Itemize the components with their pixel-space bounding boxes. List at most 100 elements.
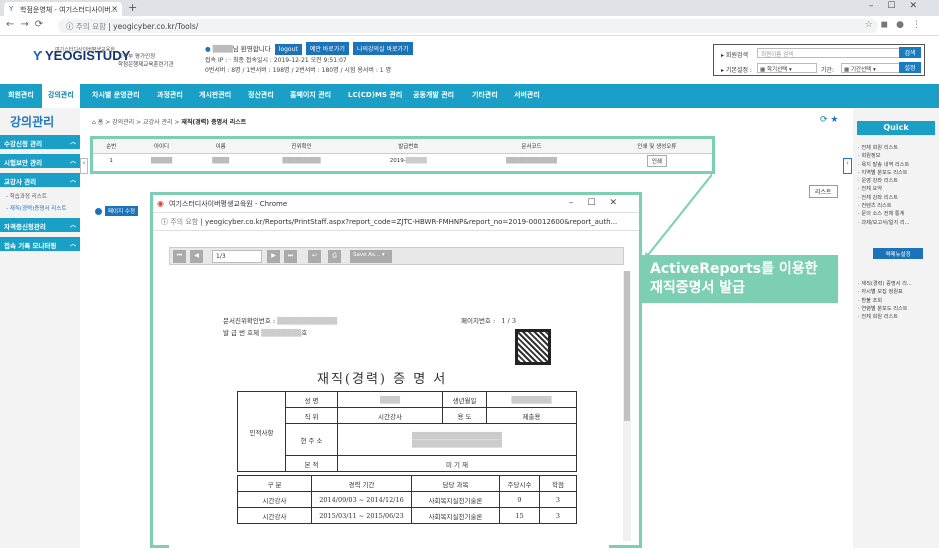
sidebar-cat-enrollment[interactable]: 수강신청 관리 ︿ (0, 135, 80, 149)
favorite-star-icon: ★ (830, 115, 839, 125)
site-header: Ƴ YEOGISTUDY 여기스터디사이버평생교육원 교육부 평가인정 학점은행제교… (0, 36, 939, 84)
scroll-right-button[interactable]: › (843, 158, 852, 174)
certificate-title: 재직(경력) 증 명 서 (317, 372, 448, 387)
print-icon[interactable]: ⎙ (328, 250, 341, 263)
list-item[interactable]: · 자시별 모집 정원표 (858, 288, 912, 296)
doc-code-line: 문서진위확인번호 : ████████████ (223, 317, 338, 325)
annotation-connector (642, 172, 712, 262)
table-header-row: 순번 아이디 이름 진위확인 발급번호 문서코드 인쇄 및 생성오류 (93, 139, 712, 154)
quick-list-top: · 전체 회원 리스트 · 회원정보 · 욕지 발송 내역 리스트 · 지역별 … (858, 144, 910, 227)
sidebar-cat-exam-security[interactable]: 시험보안 관리 ︿ (0, 154, 80, 168)
menu-courses[interactable]: 과정관리 (157, 90, 183, 100)
list-item[interactable]: · 문의 소스 전체 통계 (858, 210, 910, 218)
menu-lcms[interactable]: LC(CD)MS 관리 (348, 90, 402, 100)
chevron-up-icon: ︿ (69, 241, 76, 248)
list-item[interactable]: · 연령별 분포도 리스트 (858, 305, 912, 313)
next-page-icon[interactable]: ▶ (267, 250, 280, 263)
sidebar-cat-access-log[interactable]: 접속 기록 모니터링 ︿ (0, 237, 80, 251)
menu-members[interactable]: 회원관리 (8, 90, 34, 100)
list-item[interactable]: · 전체 강좌 리스트 (858, 194, 910, 202)
sidebar-item-certificate-list[interactable]: - 재직(경력)증명서 리스트 (6, 204, 66, 212)
menu-co-development[interactable]: 공동개발 관리 (413, 90, 454, 100)
list-item[interactable]: · 환불 조회 (858, 297, 912, 305)
site-shortcut-button[interactable]: 예안 바로가기 (305, 42, 349, 55)
certificate-table: 순번 아이디 이름 진위확인 발급번호 문서코드 인쇄 및 생성오류 1 ███… (90, 136, 715, 174)
popup-titlebar: ◉ 여기스터디사이버평생교육원 - Chrome –☐✕ (153, 195, 639, 213)
table-row[interactable]: 1 █████ ████ █████████ 2019-█████ ██████… (93, 153, 712, 169)
list-item[interactable]: · 과제/보고서/일지 리... (858, 219, 910, 227)
list-button[interactable]: 리스트 (809, 185, 838, 198)
page-number-input[interactable]: 1/3 (212, 250, 262, 263)
menu-etc[interactable]: 기타관리 (472, 90, 498, 100)
logo-accreditation: 교육부 평가인정 학점은행제교육훈련기관 (118, 54, 174, 68)
chrome-icon: ◉ (157, 199, 164, 208)
welcome-line: ● ████님 환영합니다 logout 예안 바로가기 나의강의실 바로가기 (205, 42, 413, 55)
menu-boards[interactable]: 게시판관리 (199, 90, 231, 100)
sidebar-cat-license[interactable]: 자격증신청관리 ︿ (0, 218, 80, 232)
refresh-icon: ⟳ (820, 115, 828, 125)
menu-server[interactable]: 서버관리 (514, 90, 540, 100)
list-item[interactable]: · 전체 회원 리스트 (858, 313, 912, 321)
new-tab-icon[interactable]: + (128, 1, 137, 14)
scroll-left-button[interactable]: ‹ (80, 158, 88, 174)
list-item[interactable]: · 전체 회원 리스트 (858, 144, 910, 152)
browser-toolbar-icons[interactable]: ☆◼●⋮ (865, 20, 929, 30)
qr-code-icon (515, 329, 551, 365)
popup-scrollbar[interactable] (623, 271, 631, 541)
first-page-icon[interactable]: ⏮ (173, 250, 186, 263)
popup-window-controls[interactable]: –☐✕ (569, 198, 631, 208)
list-item[interactable]: · 회원정보 (858, 152, 910, 160)
url-bar[interactable]: ⓘ 주의 요함 | yeogicyber.co.kr/Tools/ (58, 19, 878, 33)
page-size-control[interactable]: 페이지 수정 (95, 206, 139, 216)
quick-panel: Quick · 전체 회원 리스트 · 회원정보 · 욕지 발송 내역 리스트 … (853, 108, 939, 548)
sidebar: 강의관리 수강신청 관리 ︿ 시험보안 관리 ︿ 교강사 관리 ︿ - 학습과정 리스… (0, 108, 80, 548)
logo-subtitle: 여기스터디사이버평생교육원 (55, 47, 115, 53)
main-menu: 회원관리 강의관리 차시별 운영관리 과정관리 게시판관리 정산관리 홈페이지 … (0, 84, 939, 108)
back-icon[interactable]: ↩ (308, 250, 321, 263)
table-row: 시간강사 2015/03/11 ~ 2015/06/23 사회복지실천기술론 1… (237, 507, 577, 524)
save-as-dropdown[interactable]: Save As... ▾ (350, 250, 392, 263)
scrollbar-thumb[interactable] (624, 271, 630, 421)
print-button[interactable]: 인쇄 (646, 155, 667, 168)
set-button[interactable]: 설정 (899, 62, 921, 73)
list-item[interactable]: · 전체 요약 (858, 185, 910, 193)
popup-url-bar[interactable]: ⓘ 주의 요함 | yeogicyber.co.kr/Reports/Print… (153, 213, 639, 231)
list-item[interactable]: · 운영 강좌 리스트 (858, 177, 910, 185)
page-actions[interactable]: ⟳ ★ (820, 115, 839, 125)
chevron-up-icon: ︿ (69, 158, 76, 165)
menu-homepage[interactable]: 홈페이지 관리 (290, 90, 331, 100)
logo-mark-icon: Ƴ (33, 48, 44, 63)
period-select[interactable]: ▦ 기간선택 ▾ (841, 63, 903, 73)
search-button[interactable]: 검색 (899, 47, 921, 58)
term-select[interactable]: ▦ 학기선택 ▾ (757, 63, 817, 73)
quick-title: Quick (857, 121, 935, 135)
window-controls[interactable]: –☐✕ (869, 1, 931, 11)
last-page-icon[interactable]: ⏭ (284, 250, 297, 263)
menu-lectures[interactable]: 강의관리 (42, 84, 80, 108)
browser-tab[interactable]: Y 학점운영체 - 여기스터디사이버... × (4, 2, 122, 16)
list-item[interactable]: · 지역별 분포도 리스트 (858, 169, 910, 177)
list-item[interactable]: · 컨텐츠 리스트 (858, 202, 910, 210)
menu-session-ops[interactable]: 차시별 운영관리 (92, 90, 140, 100)
menu-settlement[interactable]: 정산관리 (248, 90, 274, 100)
certificate-table: 인적사항 성 명 ████ 생년월일 ████████ 직 위 시간강사 용 도… (237, 391, 577, 472)
my-classroom-button[interactable]: 나의강의실 바로가기 (352, 42, 413, 55)
annotation-callout: ActiveReports를 이용한 재직증명서 발급 (642, 255, 838, 303)
address-bar-row: ←→⟳ ⓘ 주의 요함 | yeogicyber.co.kr/Tools/ ☆◼… (0, 16, 939, 36)
server-info: 0번서버 : 8명 / 1번서버 : 198명 / 2번서버 : 180명 / … (205, 67, 392, 74)
list-item[interactable]: · 욕지 발송 내역 리스트 (858, 161, 910, 169)
search-label: ▸ 회원검색 (721, 52, 749, 59)
logout-button[interactable]: logout (274, 44, 302, 55)
list-item[interactable]: · 재직(경력) 증명서 리... (858, 280, 912, 288)
doc-page-line: 페이지번호 : 1 / 3 (461, 317, 516, 325)
quick-menu-settings-button[interactable]: 퀵메뉴설정 (873, 248, 923, 259)
quick-list-bottom: · 재직(경력) 증명서 리... · 자시별 모집 정원표 · 환불 조회 ·… (858, 280, 912, 321)
close-tab-icon[interactable]: × (111, 4, 118, 13)
sidebar-item-course-list[interactable]: - 학습과정 리스트 (6, 192, 47, 200)
access-info: 접속 IP : · 최종 접속일시 : 2019-12-21 오전 9:51:0… (205, 57, 347, 64)
nav-buttons[interactable]: ←→⟳ (6, 19, 49, 30)
sidebar-cat-instructor[interactable]: 교강사 관리 ︿ (0, 173, 80, 187)
certificate-document: 문서진위확인번호 : ████████████ 발 급 번 호제 ███████… (169, 271, 609, 551)
member-search-input[interactable]: 회원이름 검색 (757, 48, 914, 58)
prev-page-icon[interactable]: ◀ (190, 250, 203, 263)
